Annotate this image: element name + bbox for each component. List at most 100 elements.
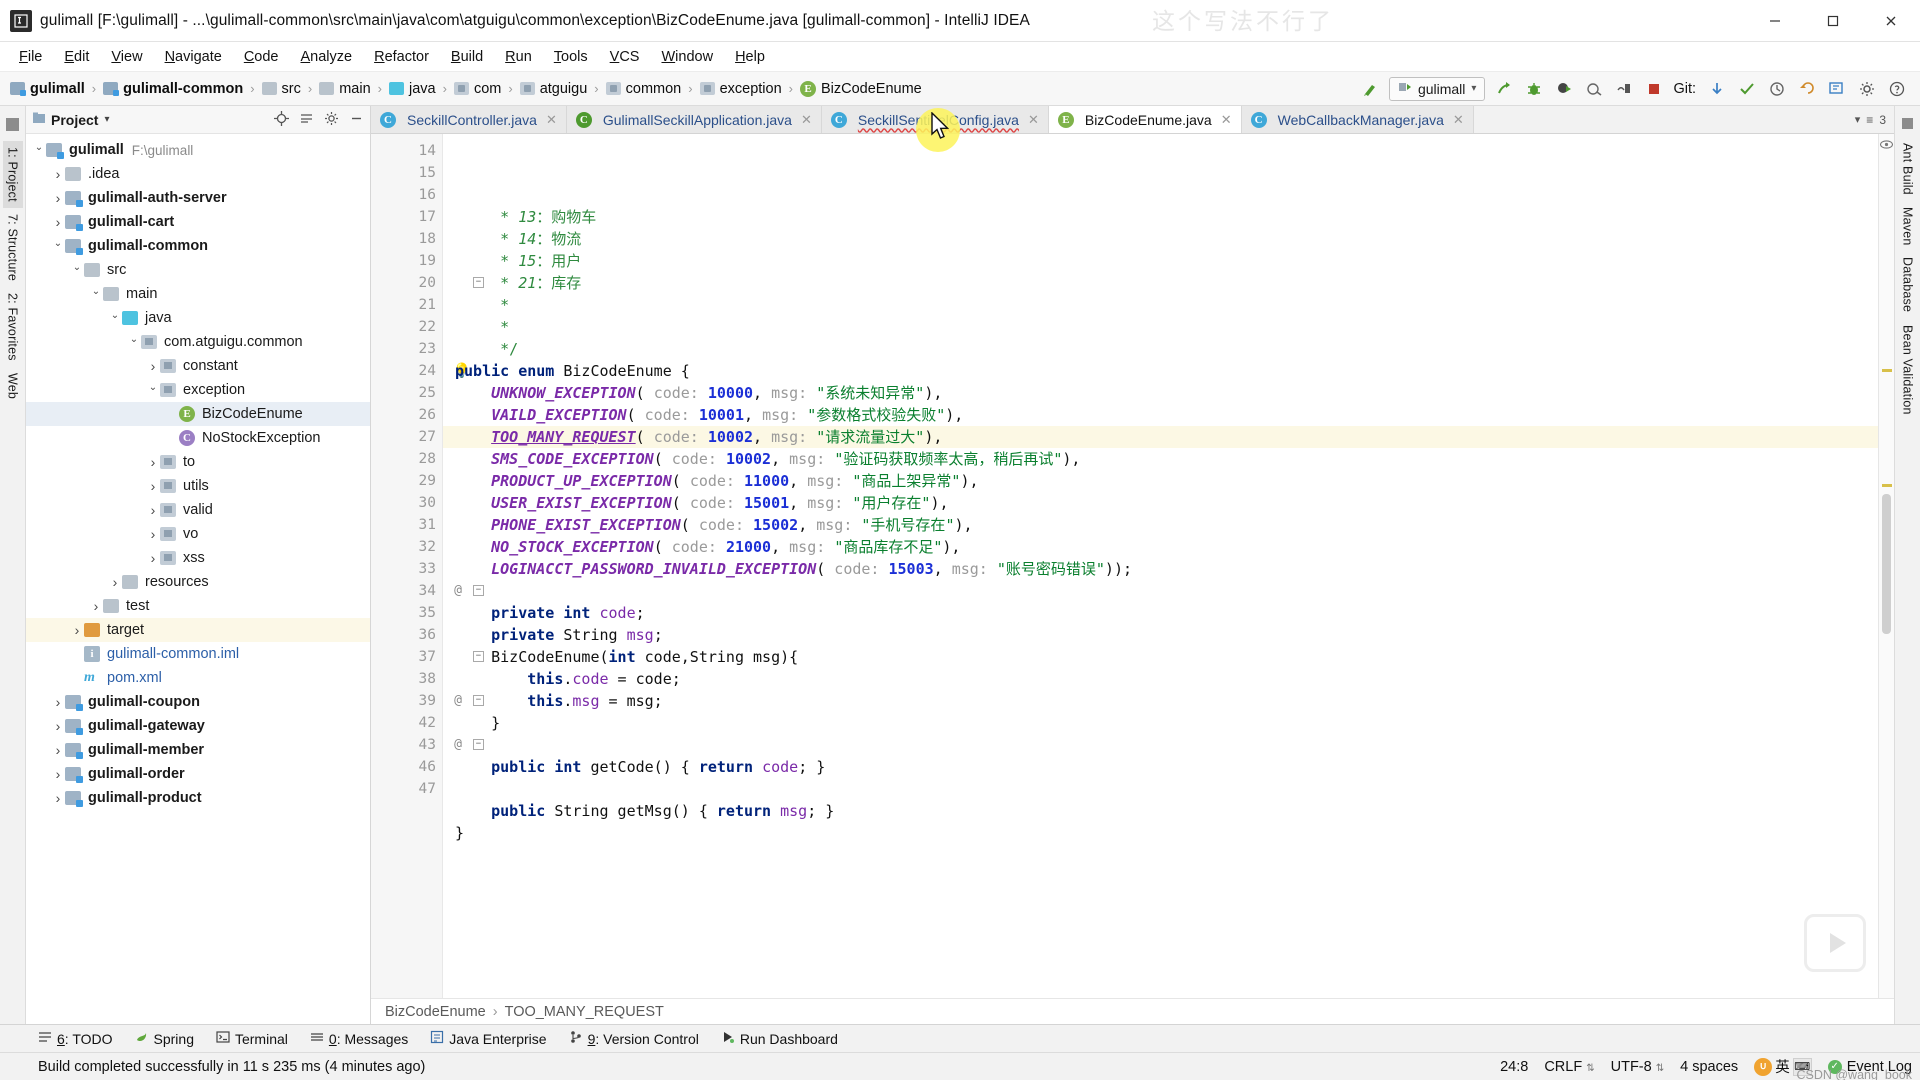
tree-toggle-open-icon[interactable] — [108, 313, 122, 324]
rail-item-2-favorites[interactable]: 2: Favorites — [3, 287, 23, 367]
tree-node-gulimall[interactable]: gulimall F:\gulimall — [26, 138, 370, 162]
breadcrumb-item-common[interactable]: common — [605, 81, 681, 97]
editor-breadcrumb-item[interactable]: BizCodeEnume — [385, 1004, 486, 1020]
right-rail-item-ant-build[interactable]: Ant Build — [1898, 137, 1918, 201]
debug-icon[interactable] — [1523, 78, 1545, 100]
warning-marker[interactable] — [1882, 369, 1892, 372]
tree-node-valid[interactable]: valid — [26, 498, 370, 522]
menu-item-file[interactable]: File — [8, 47, 53, 67]
settings-icon[interactable] — [324, 111, 339, 129]
code-line[interactable]: * 14：物流 — [455, 228, 1878, 250]
editor-breadcrumb[interactable]: BizCodeEnume › TOO_MANY_REQUEST — [371, 998, 1894, 1024]
close-tab-icon[interactable]: ✕ — [1453, 112, 1464, 128]
tree-node-gulimall-common-iml[interactable]: i gulimall-common.iml — [26, 642, 370, 666]
tree-toggle-closed-icon[interactable] — [89, 598, 103, 614]
tree-toggle-open-icon[interactable] — [51, 241, 65, 252]
editor-tab-webcallbackmanager[interactable]: C WebCallbackManager.java ✕ — [1241, 106, 1474, 133]
code-editor[interactable]: 14 15 16 17 18 19 20− 21 22 23 24 💡 25 26 27 28 29 30 31 32… — [371, 134, 1894, 998]
tree-node-gulimall-coupon[interactable]: gulimall-coupon — [26, 690, 370, 714]
close-tab-icon[interactable]: ✕ — [801, 112, 812, 128]
warning-marker[interactable] — [1882, 484, 1892, 487]
editor-breadcrumb-item[interactable]: TOO_MANY_REQUEST — [505, 1004, 664, 1020]
menu-item-navigate[interactable]: Navigate — [154, 47, 233, 67]
file-encoding[interactable]: UTF-8 ⇅ — [1611, 1059, 1665, 1075]
tree-node-test[interactable]: test — [26, 594, 370, 618]
tree-toggle-closed-icon[interactable] — [51, 742, 65, 758]
menu-item-run[interactable]: Run — [494, 47, 543, 67]
tool-window-version-control[interactable]: 9: Version Control — [569, 1030, 699, 1047]
tool-window-messages[interactable]: 0: Messages — [310, 1030, 408, 1047]
code-line[interactable] — [455, 734, 1878, 756]
tree-node-gulimall-member[interactable]: gulimall-member — [26, 738, 370, 762]
tree-toggle-closed-icon[interactable] — [51, 790, 65, 806]
stop-icon[interactable] — [1643, 78, 1665, 100]
close-tab-icon[interactable]: ✕ — [1028, 112, 1039, 128]
editor-tab-seckillsentinelconfig[interactable]: C SeckillSentinelConfig.java ✕ — [821, 106, 1049, 133]
run-icon[interactable] — [1493, 78, 1515, 100]
breadcrumb-item-gulimall[interactable]: gulimall — [10, 81, 85, 97]
code-line[interactable]: SMS_CODE_EXCEPTION( code: 10002, msg: "验… — [455, 448, 1878, 470]
tree-node-xss[interactable]: xss — [26, 546, 370, 570]
close-tab-icon[interactable]: ✕ — [1221, 112, 1232, 128]
code-line[interactable] — [455, 580, 1878, 602]
breadcrumb-item-atguigu[interactable]: atguigu — [519, 81, 587, 97]
tree-toggle-closed-icon[interactable] — [51, 190, 65, 206]
tree-toggle-closed-icon[interactable] — [51, 166, 65, 182]
tree-node-gulimall-common[interactable]: gulimall-common — [26, 234, 370, 258]
tree-toggle-closed-icon[interactable] — [51, 214, 65, 230]
tree-toggle-closed-icon[interactable] — [108, 574, 122, 590]
tree-toggle-open-icon[interactable] — [146, 385, 160, 396]
tree-toggle-closed-icon[interactable] — [146, 502, 160, 518]
tree-node-com-atguigu-common[interactable]: com.atguigu.common — [26, 330, 370, 354]
breadcrumb-item-java[interactable]: java — [389, 81, 436, 97]
tree-node-constant[interactable]: constant — [26, 354, 370, 378]
code-line[interactable]: } — [455, 822, 1878, 844]
menu-item-tools[interactable]: Tools — [543, 47, 599, 67]
breadcrumb-item-bizcodeenume[interactable]: E BizCodeEnume — [800, 80, 922, 97]
editor-tab-seckillcontroller[interactable]: C SeckillController.java ✕ — [371, 106, 567, 133]
settings-icon[interactable] — [1856, 78, 1878, 100]
rail-item-web[interactable]: Web — [3, 367, 23, 405]
tree-toggle-closed-icon[interactable] — [146, 454, 160, 470]
inspection-eye-icon[interactable] — [1879, 138, 1894, 154]
code-line[interactable]: this.code = code; — [455, 668, 1878, 690]
code-line[interactable]: * — [455, 294, 1878, 316]
right-rail-item-database[interactable]: Database — [1898, 251, 1918, 318]
update-project-icon[interactable] — [1706, 78, 1728, 100]
rail-item-7-structure[interactable]: 7: Structure — [3, 208, 23, 287]
menu-item-code[interactable]: Code — [233, 47, 290, 67]
commit-icon[interactable] — [1736, 78, 1758, 100]
code-line[interactable]: * 15：用户 — [455, 250, 1878, 272]
menu-item-help[interactable]: Help — [724, 47, 776, 67]
code-line[interactable]: this.msg = msg; — [455, 690, 1878, 712]
code-line[interactable]: PHONE_EXIST_EXCEPTION( code: 15002, msg:… — [455, 514, 1878, 536]
tree-toggle-closed-icon[interactable] — [51, 766, 65, 782]
tool-window-run-dashboard[interactable]: Run Dashboard — [721, 1030, 838, 1047]
code-line[interactable]: public enum BizCodeEnume { — [455, 360, 1878, 382]
error-stripe-marker-panel[interactable] — [1878, 134, 1894, 998]
chevron-down-icon[interactable]: ▾ — [104, 114, 109, 125]
caret-position[interactable]: 24:8 — [1500, 1059, 1528, 1075]
code-line[interactable]: LOGINACCT_PASSWORD_INVAILD_EXCEPTION( co… — [455, 558, 1878, 580]
right-rail-item-maven[interactable]: Maven — [1898, 201, 1918, 252]
search-everywhere-icon[interactable] — [1826, 78, 1848, 100]
source-code[interactable]: * 13：购物车 * 14：物流 * 15：用户 * 21：库存 * * */ p… — [443, 134, 1878, 998]
code-line[interactable]: NO_STOCK_EXCEPTION( code: 21000, msg: "商… — [455, 536, 1878, 558]
breadcrumb-item-gulimall-common[interactable]: gulimall-common — [103, 81, 243, 97]
tree-toggle-open-icon[interactable] — [127, 337, 141, 348]
chevron-down-icon[interactable]: ▾ — [1855, 113, 1861, 126]
tab-list-icon[interactable]: ≡ — [1866, 113, 1873, 127]
tree-node-bizcodeenume[interactable]: E BizCodeEnume — [26, 402, 370, 426]
tool-window-todo[interactable]: 6: TODO — [38, 1030, 113, 1047]
code-line[interactable]: VAILD_EXCEPTION( code: 10001, msg: "参数格式… — [455, 404, 1878, 426]
minimize-button[interactable] — [1746, 0, 1804, 41]
code-line[interactable]: * 13：购物车 — [455, 206, 1878, 228]
breadcrumb-item-exception[interactable]: exception — [699, 81, 782, 97]
menu-item-vcs[interactable]: VCS — [599, 47, 651, 67]
code-line[interactable]: UNKNOW_EXCEPTION( code: 10000, msg: "系统未… — [455, 382, 1878, 404]
locate-icon[interactable] — [274, 110, 289, 129]
code-line[interactable]: public int getCode() { return code; } — [455, 756, 1878, 778]
chevron-down-icon[interactable]: ▾ — [1471, 83, 1476, 94]
code-line[interactable]: private int code; — [455, 602, 1878, 624]
code-line[interactable]: TOO_MANY_REQUEST( code: 10002, msg: "请求流… — [443, 426, 1878, 448]
